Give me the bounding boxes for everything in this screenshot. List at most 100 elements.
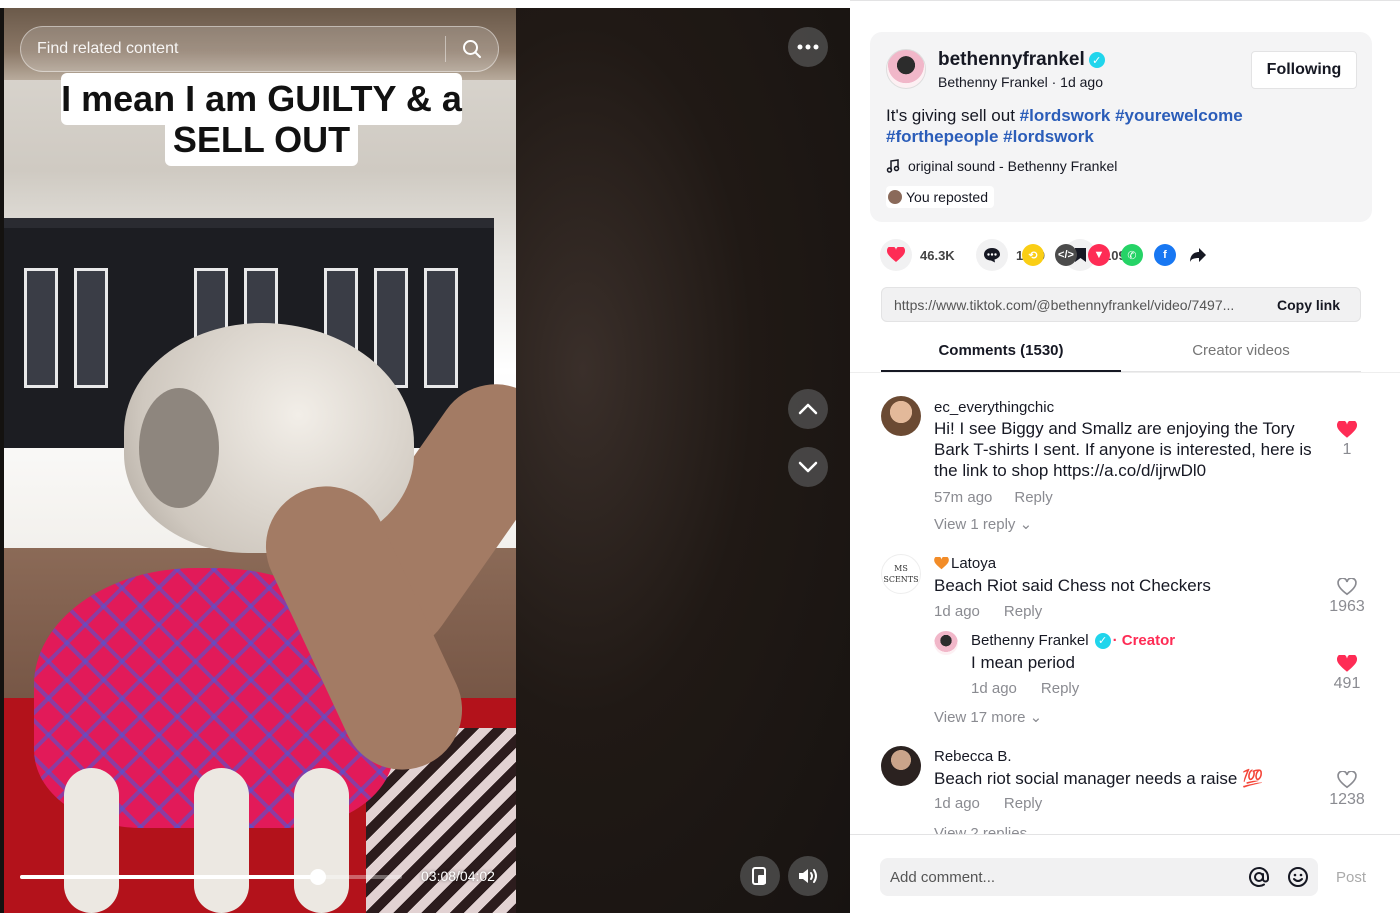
emoji-icon[interactable]	[1278, 866, 1318, 888]
comment-meta: 57m ago Reply	[934, 489, 1053, 506]
top-strip	[0, 0, 850, 8]
details-panel: bethennyfrankel ✓ Bethenny Frankel · 1d …	[850, 0, 1400, 913]
video-progress-bar[interactable]	[20, 869, 402, 885]
following-button[interactable]: Following	[1251, 51, 1357, 89]
hashtag-link[interactable]: #lordswork	[1003, 127, 1094, 146]
copy-link-button[interactable]: Copy link	[1267, 297, 1360, 313]
comment-placeholder[interactable]: Add comment...	[880, 869, 1240, 886]
reply-button[interactable]: Reply	[1004, 603, 1042, 620]
search-icon[interactable]	[446, 26, 498, 72]
commenter-name[interactable]: ec_everythingchic	[934, 399, 1054, 416]
share-arrow-icon[interactable]	[1187, 244, 1209, 266]
comment-like[interactable]: 1238	[1327, 771, 1367, 809]
repost-status[interactable]: You reposted	[886, 186, 994, 208]
comment-text: Beach riot social manager needs a raise …	[934, 769, 1264, 788]
commenter-avatar[interactable]: MS SCENTS	[881, 554, 921, 594]
view-replies-button[interactable]: View 2 replies ⌄	[934, 824, 1044, 834]
reply-like[interactable]: 491	[1327, 655, 1367, 693]
volume-button[interactable]	[788, 856, 828, 896]
mention-icon[interactable]	[1240, 866, 1278, 888]
orange-heart-icon	[934, 557, 949, 570]
heart-filled-icon	[1337, 655, 1357, 672]
chevron-down-icon	[798, 461, 818, 473]
reply-author-avatar[interactable]	[934, 631, 958, 655]
related-search-bar[interactable]: Find related content	[20, 26, 499, 72]
comment-time: 57m ago	[934, 489, 993, 506]
embed-icon[interactable]: </>	[1055, 244, 1077, 266]
commenter-name-row[interactable]: Latoya	[934, 555, 996, 572]
author-avatar[interactable]	[886, 49, 926, 89]
commenter-avatar[interactable]	[881, 746, 921, 786]
reply-author-row[interactable]: Bethenny Frankel ✓ · Creator	[971, 632, 1175, 649]
comment-meta: 1d ago Reply	[934, 603, 1042, 620]
dog-leg	[194, 768, 249, 913]
sound-link[interactable]: original sound - Bethenny Frankel	[886, 158, 1117, 174]
heart-icon[interactable]	[880, 239, 912, 271]
comment-like-count: 1238	[1329, 791, 1365, 808]
action-bar: 46.3K 1530 1094 ⟲</>▼✆f	[880, 239, 1380, 271]
playback-time: 03:08/04:02	[421, 868, 495, 884]
author-username-row[interactable]: bethennyfrankel ✓	[938, 49, 1105, 71]
comment-like[interactable]: 1963	[1327, 578, 1367, 616]
verified-badge-icon: ✓	[1088, 52, 1105, 68]
user-mini-avatar	[888, 190, 902, 204]
pip-icon	[752, 867, 766, 885]
commenter-name[interactable]: Latoya	[951, 555, 996, 572]
post-button[interactable]: Post	[1336, 869, 1366, 886]
comment-meta: 1d ago Reply	[934, 795, 1042, 812]
comment-composer: Add comment... Post	[850, 834, 1400, 913]
view-replies-button[interactable]: View 1 reply ⌄	[934, 515, 1032, 533]
whatsapp-icon[interactable]: ✆	[1121, 244, 1143, 266]
comment-input[interactable]: Add comment...	[880, 858, 1318, 896]
music-note-icon	[886, 159, 900, 173]
reply-button[interactable]: Reply	[1014, 489, 1052, 506]
commenter-name[interactable]: Rebecca B.	[934, 748, 1012, 765]
hashtag-link[interactable]: #forthepeople	[886, 127, 998, 146]
author-subline: Bethenny Frankel · 1d ago	[938, 74, 1103, 90]
reply-button[interactable]: Reply	[1004, 795, 1042, 812]
progress-fill	[20, 875, 318, 879]
next-video-button[interactable]	[788, 447, 828, 487]
hashtag-link[interactable]: #lordswork	[1020, 106, 1111, 125]
commenter-avatar[interactable]	[881, 396, 921, 436]
video-player[interactable]: Find related content I mean I am GUILTY …	[0, 0, 850, 913]
video-url[interactable]: https://www.tiktok.com/@bethennyfrankel/…	[882, 297, 1267, 313]
send-icon[interactable]: ▼	[1088, 244, 1110, 266]
video-caption-line-2: SELL OUT	[165, 114, 358, 166]
reply-text: I mean period	[971, 653, 1075, 672]
comment-like-count: 1963	[1329, 598, 1365, 615]
previous-video-button[interactable]	[788, 389, 828, 429]
more-options-button[interactable]	[788, 27, 828, 67]
dog-ear	[139, 388, 219, 508]
tab-creator-videos[interactable]: Creator videos	[1121, 335, 1361, 372]
post-caption: It's giving sell out #lordswork #yourewe…	[886, 105, 1356, 147]
progress-handle[interactable]	[309, 869, 326, 885]
picture-in-picture-button[interactable]	[740, 856, 780, 896]
like-button[interactable]: 46.3K	[880, 239, 955, 271]
tab-comments[interactable]: Comments (1530)	[881, 335, 1121, 372]
author-username[interactable]: bethennyfrankel	[938, 49, 1085, 71]
copy-link-box[interactable]: https://www.tiktok.com/@bethennyfrankel/…	[881, 287, 1361, 322]
view-more-replies-button[interactable]: View 17 more ⌄	[934, 708, 1042, 726]
heart-outline-icon	[1337, 771, 1357, 789]
heart-filled-icon	[1337, 421, 1357, 438]
reply-like-count: 491	[1333, 675, 1361, 692]
comment-text: Hi! I see Biggy and Smallz are enjoying …	[934, 419, 1312, 480]
description-card: bethennyfrankel ✓ Bethenny Frankel · 1d …	[870, 32, 1372, 222]
reply-author-name[interactable]: Bethenny Frankel	[971, 632, 1089, 649]
dog-leg	[294, 768, 349, 913]
speaker-icon	[799, 869, 817, 883]
comment-icon[interactable]	[976, 239, 1008, 271]
repost-icon[interactable]: ⟲	[1022, 244, 1044, 266]
reply-button[interactable]: Reply	[1041, 680, 1079, 697]
comment-list: ec_everythingchic Hi! I see Biggy and Sm…	[850, 372, 1400, 834]
search-placeholder[interactable]: Find related content	[21, 40, 445, 58]
reply-time: 1d ago	[971, 680, 1017, 697]
hashtag-link[interactable]: #yourewelcome	[1115, 106, 1243, 125]
verified-badge-icon: ✓	[1094, 632, 1111, 649]
comment-time: 1d ago	[934, 795, 980, 812]
sound-title[interactable]: original sound - Bethenny Frankel	[908, 158, 1117, 174]
comment-like[interactable]: 1	[1327, 421, 1367, 459]
panel-tabs: Comments (1530) Creator videos	[881, 335, 1361, 372]
facebook-icon[interactable]: f	[1154, 244, 1176, 266]
